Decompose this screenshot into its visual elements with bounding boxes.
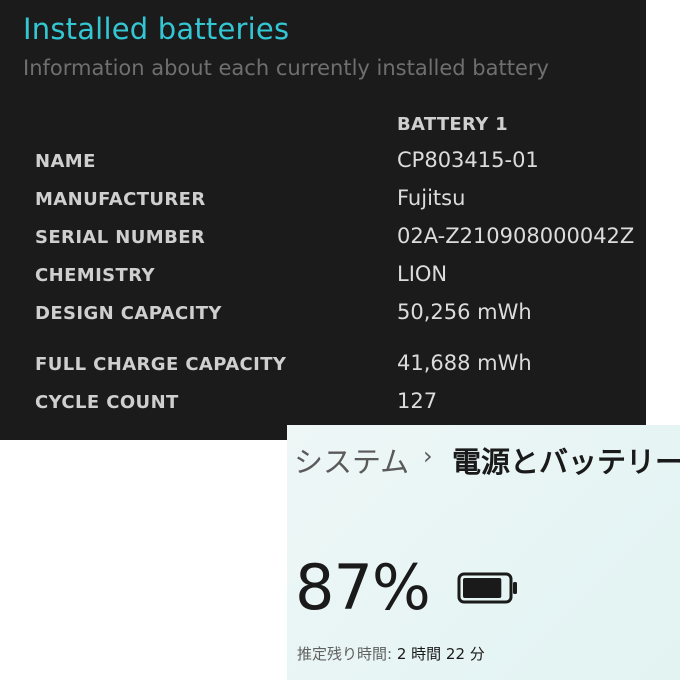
breadcrumb-chevron-icon: ›	[423, 442, 433, 470]
row-value-name: CP803415-01	[397, 148, 539, 172]
row-value-manufacturer: Fujitsu	[397, 186, 466, 210]
row-value-serial-number: 02A-Z210908000042Z	[397, 224, 635, 248]
row-label-name: NAME	[35, 151, 96, 172]
row-label-cycle-count: CYCLE COUNT	[35, 392, 179, 413]
row-value-chemistry: LION	[397, 262, 448, 286]
power-battery-settings-panel: システム › 電源とバッテリー 87% 推定残り時間: 2 時間 22 分	[287, 425, 680, 680]
table-row: CHEMISTRY LION	[0, 262, 646, 295]
row-label-chemistry: CHEMISTRY	[35, 265, 155, 286]
battery-icon	[457, 572, 517, 604]
battery-fill	[463, 578, 502, 598]
estimated-time-remaining: 推定残り時間: 2 時間 22 分	[297, 643, 485, 664]
breadcrumb-system[interactable]: システム	[294, 439, 409, 481]
row-value-design-capacity: 50,256 mWh	[397, 300, 532, 324]
row-label-design-capacity: DESIGN CAPACITY	[35, 303, 222, 324]
report-subtitle: Information about each currently install…	[23, 56, 549, 80]
page-title: 電源とバッテリー	[452, 445, 680, 479]
row-label-serial-number: SERIAL NUMBER	[35, 227, 206, 248]
table-row: MANUFACTURER Fujitsu	[0, 186, 646, 219]
report-title: Installed batteries	[23, 12, 290, 46]
row-label-manufacturer: MANUFACTURER	[35, 189, 206, 210]
battery-terminal	[513, 582, 517, 594]
table-row: CYCLE COUNT 127	[0, 389, 646, 422]
battery-report-panel: Installed batteries Information about ea…	[0, 0, 646, 440]
battery-percentage: 87%	[295, 551, 431, 624]
battery-column-header: BATTERY 1	[397, 114, 508, 135]
row-label-full-charge-capacity: FULL CHARGE CAPACITY	[35, 354, 287, 375]
remaining-label: 推定残り時間:	[297, 645, 393, 663]
row-value-cycle-count: 127	[397, 389, 438, 413]
table-row: SERIAL NUMBER 02A-Z210908000042Z	[0, 224, 646, 257]
table-row: DESIGN CAPACITY 50,256 mWh	[0, 300, 646, 333]
remaining-value: 2 時間 22 分	[396, 645, 485, 663]
row-value-full-charge-capacity: 41,688 mWh	[397, 351, 532, 375]
table-row: NAME CP803415-01	[0, 148, 646, 181]
table-row: FULL CHARGE CAPACITY 41,688 mWh	[0, 351, 646, 384]
